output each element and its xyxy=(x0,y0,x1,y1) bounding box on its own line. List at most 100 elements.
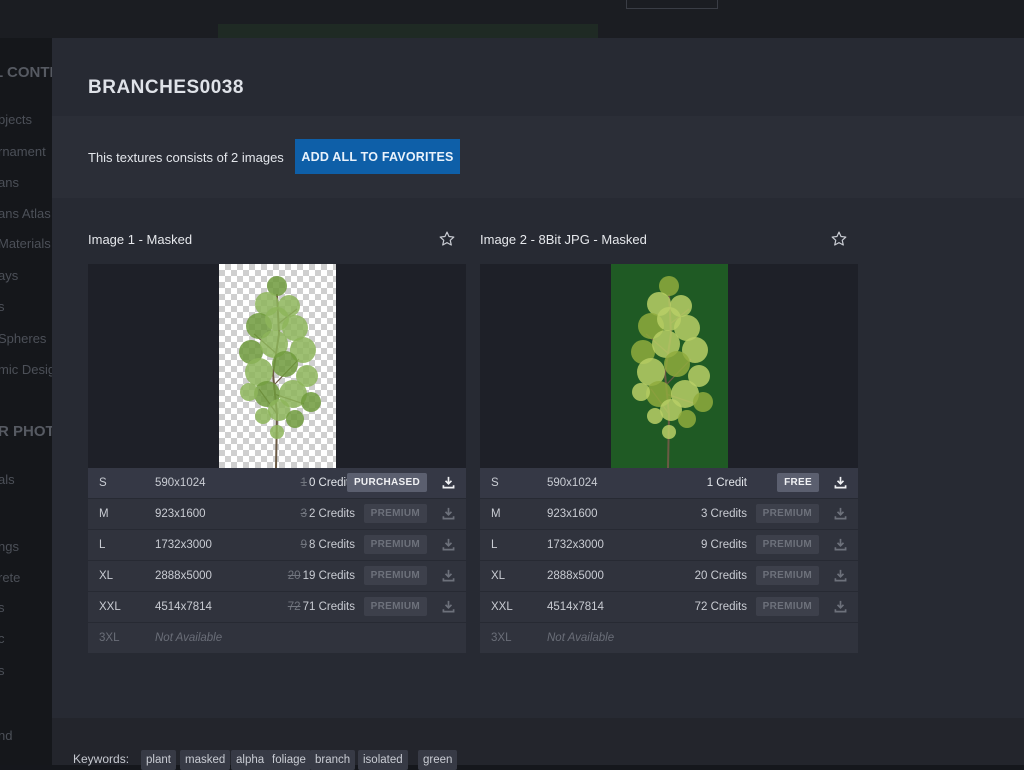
keyword-tag[interactable]: plant xyxy=(141,750,176,770)
not-available-text: Not Available xyxy=(547,632,615,644)
background-topbar xyxy=(0,0,1024,38)
background-sidebar-item: c xyxy=(0,631,5,646)
download-icon[interactable] xyxy=(834,600,847,613)
premium-badge: PREMIUM xyxy=(363,535,427,554)
keyword-tag[interactable]: branch xyxy=(310,750,356,770)
size-row[interactable]: S 590x1024 1 Credit FREE xyxy=(480,468,858,499)
background-sidebar-item: ays xyxy=(0,268,19,283)
credits-value: 19 Credits xyxy=(302,570,355,582)
background-sidebar-item: ans Atlas xyxy=(0,206,51,221)
star-outline-icon[interactable] xyxy=(438,230,456,248)
size-row[interactable]: S 590x1024 1 0 Credits PURCHASED xyxy=(88,468,466,499)
size-label: M xyxy=(99,508,109,520)
size-label: M xyxy=(491,508,501,520)
free-badge: FREE xyxy=(777,473,819,492)
premium-badge: PREMIUM xyxy=(755,566,819,585)
credits: 72 71 Credits xyxy=(288,601,355,613)
modal-title: BRANCHES0038 xyxy=(88,77,244,98)
download-icon[interactable] xyxy=(442,600,455,613)
size-row[interactable]: XXL 4514x7814 72 Credits PREMIUM xyxy=(480,592,858,623)
background-sidebar-item: rete xyxy=(0,570,21,585)
background-sidebar-item: s xyxy=(0,600,5,615)
size-row[interactable]: M 923x1600 3 2 Credits PREMIUM xyxy=(88,499,466,530)
size-label: XL xyxy=(491,570,506,582)
download-icon[interactable] xyxy=(834,476,847,489)
credits-value: 9 Credits xyxy=(700,539,747,551)
image-card-title: Image 1 - Masked xyxy=(88,232,193,247)
purchased-badge: PURCHASED xyxy=(346,473,427,492)
texture-detail-modal: BRANCHES0038 This textures consists of 2… xyxy=(52,38,1024,770)
background-search-box xyxy=(626,0,718,9)
background-sidebar-item: nd xyxy=(0,728,13,743)
credits-value: 8 Credits xyxy=(308,539,355,551)
download-icon[interactable] xyxy=(834,569,847,582)
keyword-tag[interactable]: masked xyxy=(180,750,231,770)
size-label: 3XL xyxy=(99,632,120,644)
premium-badge: PREMIUM xyxy=(363,597,427,616)
background-sidebar-item: ans xyxy=(0,175,19,190)
download-icon[interactable] xyxy=(442,538,455,551)
premium-badge: PREMIUM xyxy=(755,504,819,523)
size-label: 3XL xyxy=(491,632,512,644)
download-icon[interactable] xyxy=(442,507,455,520)
credits: 9 Credits xyxy=(701,539,747,551)
size-row[interactable]: L 1732x3000 9 8 Credits PREMIUM xyxy=(88,530,466,561)
background-sidebar-item: s xyxy=(0,299,5,314)
background-sidebar-item: als xyxy=(0,472,15,487)
keyword-tag[interactable]: alpha xyxy=(231,750,270,770)
download-icon[interactable] xyxy=(442,569,455,582)
texture-thumbnail xyxy=(219,264,336,468)
download-icon[interactable] xyxy=(442,476,455,489)
resolution: 2888x5000 xyxy=(155,570,212,582)
size-row[interactable]: L 1732x3000 9 Credits PREMIUM xyxy=(480,530,858,561)
background-sidebar: L CONTE bjects rnament ans ans Atlas Material… xyxy=(0,38,52,765)
credits: 3 Credits xyxy=(701,508,747,520)
background-sidebar-item: rnament xyxy=(0,144,46,159)
credits: 1 Credit xyxy=(707,477,747,489)
image-card-title: Image 2 - 8Bit JPG - Masked xyxy=(480,232,647,247)
image-preview[interactable] xyxy=(88,264,466,468)
resolution: 590x1024 xyxy=(547,477,598,489)
credits: 20 Credits xyxy=(695,570,747,582)
size-label: XXL xyxy=(491,601,513,613)
credits: 32 Credits xyxy=(301,508,355,520)
original-credits: 72 xyxy=(287,601,301,613)
keyword-tag[interactable]: green xyxy=(418,750,458,770)
resolution: 923x1600 xyxy=(155,508,206,520)
size-label: L xyxy=(491,539,498,551)
download-icon[interactable] xyxy=(834,507,847,520)
premium-badge: PREMIUM xyxy=(363,504,427,523)
size-row[interactable]: M 923x1600 3 Credits PREMIUM xyxy=(480,499,858,530)
download-icon[interactable] xyxy=(834,538,847,551)
size-row: 3XL Not Available xyxy=(88,623,466,654)
size-row: 3XL Not Available xyxy=(480,623,858,654)
keyword-tag[interactable]: foliage xyxy=(267,750,311,770)
star-outline-icon[interactable] xyxy=(830,230,848,248)
resolution: 1732x3000 xyxy=(155,539,212,551)
background-sidebar-item: Materials xyxy=(0,236,51,251)
background-sidebar-item: bjects xyxy=(0,112,32,127)
credits-value: 71 Credits xyxy=(302,601,355,613)
size-table: S 590x1024 1 0 Credits PURCHASED M 923x1600 3 2 … xyxy=(88,468,466,654)
size-label: L xyxy=(99,539,106,551)
size-row[interactable]: XL 2888x5000 20 Credits PREMIUM xyxy=(480,561,858,592)
size-row[interactable]: XXL 4514x7814 72 71 Credits PREMIUM xyxy=(88,592,466,623)
add-all-to-favorites-button[interactable]: ADD ALL TO FAVORITES xyxy=(295,139,460,174)
image-count-text: This textures consists of 2 images xyxy=(88,150,284,165)
texture-thumbnail xyxy=(611,264,728,468)
original-credits: 1 xyxy=(300,477,307,489)
size-row[interactable]: XL 2888x5000 20 19 Credits PREMIUM xyxy=(88,561,466,592)
background-sidebar-item: ngs xyxy=(0,539,19,554)
image-preview[interactable] xyxy=(480,264,858,468)
resolution: 590x1024 xyxy=(155,477,206,489)
resolution: 2888x5000 xyxy=(547,570,604,582)
keyword-tag[interactable]: isolated xyxy=(358,750,408,770)
original-credits: 20 xyxy=(287,570,301,582)
premium-badge: PREMIUM xyxy=(363,566,427,585)
background-sidebar-item: s xyxy=(0,663,5,678)
size-label: XXL xyxy=(99,601,121,613)
keywords-label: Keywords: xyxy=(73,752,130,766)
background-sidebar-item: L CONTE xyxy=(0,64,52,81)
credits-value: 1 Credit xyxy=(706,477,747,489)
credits-value: 2 Credits xyxy=(308,508,355,520)
